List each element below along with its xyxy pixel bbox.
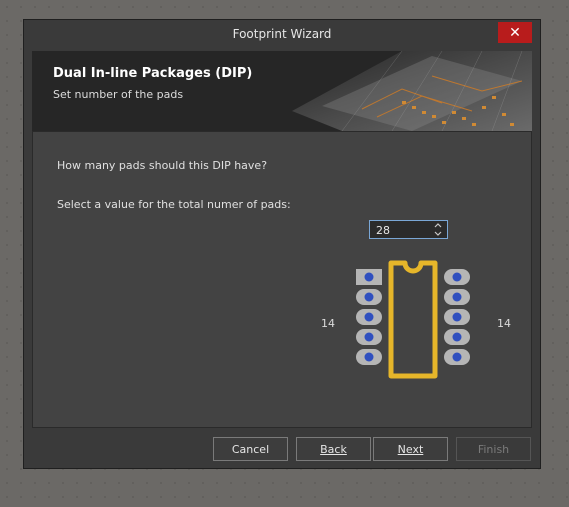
spinbox-arrows[interactable] <box>433 221 443 238</box>
pad-hole <box>364 272 374 282</box>
right-pad-count: 14 <box>497 317 511 330</box>
finish-button[interactable]: Finish <box>456 437 531 461</box>
header-banner: Dual In-line Packages (DIP) Set number o… <box>32 51 532 131</box>
pads-question: How many pads should this DIP have? <box>57 159 268 172</box>
back-label: Back <box>320 442 347 456</box>
window-title: Footprint Wizard <box>232 27 332 41</box>
close-button[interactable]: ✕ <box>498 22 532 43</box>
close-icon: ✕ <box>509 24 521 41</box>
pads-prompt: Select a value for the total numer of pa… <box>57 198 291 211</box>
dip-preview <box>356 260 470 379</box>
left-pad-count: 14 <box>321 317 335 330</box>
chevron-up-icon[interactable] <box>434 223 442 228</box>
chevron-down-icon[interactable] <box>434 231 442 236</box>
back-button[interactable]: Back <box>296 437 371 461</box>
cancel-label: Cancel <box>231 442 270 456</box>
next-button[interactable]: Next <box>373 437 448 461</box>
cancel-button[interactable]: Cancel <box>213 437 288 461</box>
right-pad-column <box>444 269 470 365</box>
pad-count-value: 28 <box>376 224 390 237</box>
finish-label: Finish <box>477 442 510 456</box>
footprint-wizard-dialog: Footprint Wizard ✕ Dual In-line Packages… <box>23 19 541 469</box>
dip-outline <box>388 260 438 379</box>
left-pad-column <box>356 289 382 365</box>
banner-title: Dual In-line Packages (DIP) <box>53 66 253 81</box>
title-bar: Footprint Wizard ✕ <box>24 20 540 48</box>
pcb-illustration <box>292 51 532 131</box>
next-label: Next <box>397 442 424 456</box>
wizard-content: How many pads should this DIP have? Sele… <box>32 131 532 428</box>
banner-subtitle: Set number of the pads <box>53 88 184 101</box>
pad-count-spinbox[interactable]: 28 <box>369 220 448 239</box>
